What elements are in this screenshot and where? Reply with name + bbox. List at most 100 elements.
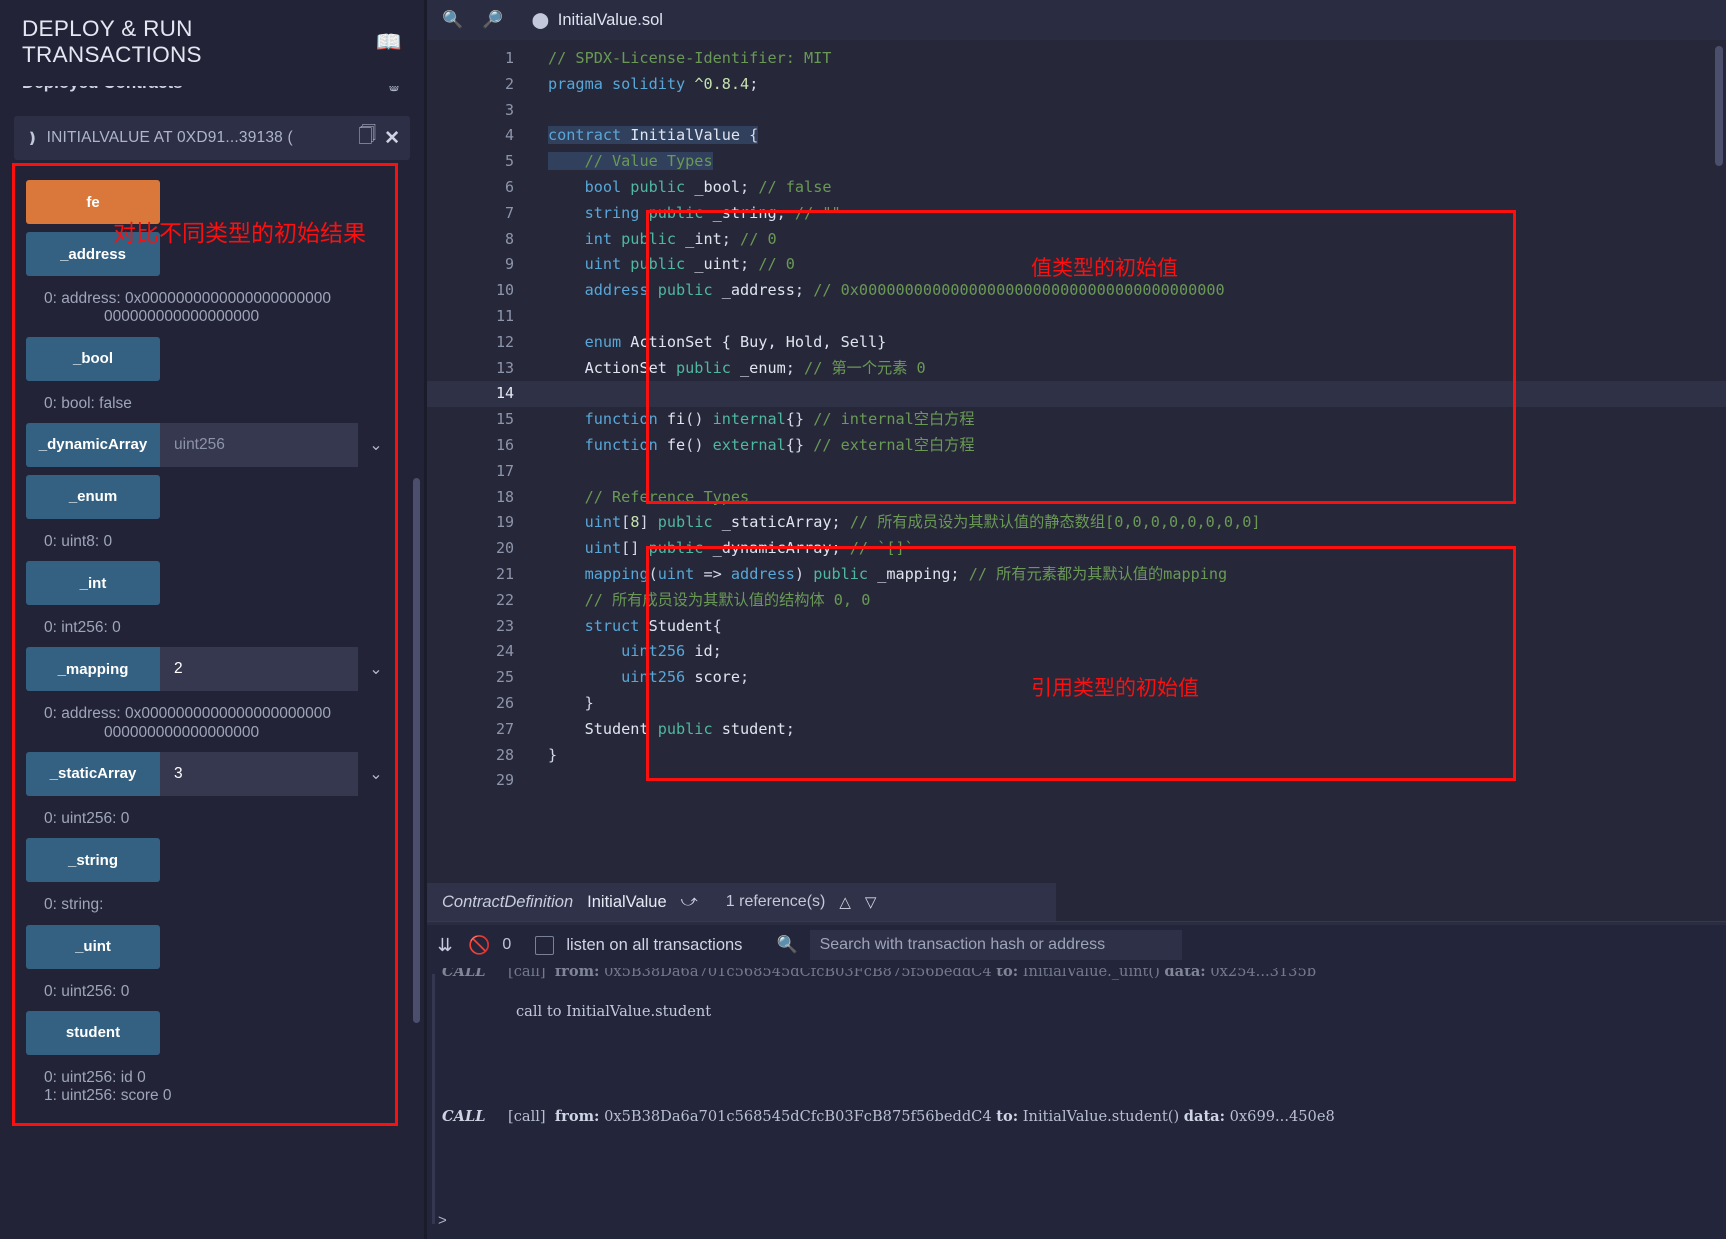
copy-icon[interactable]: 🗍 <box>358 123 376 153</box>
log-tag: CALL <box>442 968 494 980</box>
solidity-icon: ⬤ <box>532 11 549 29</box>
chevron-down-icon[interactable]: ⌄ <box>358 752 394 796</box>
jump-to-icon[interactable]: ⤻ <box>681 893 698 911</box>
code-line[interactable]: bool public _bool; // false <box>536 175 1726 201</box>
code-line[interactable]: } <box>536 743 1726 769</box>
code-line[interactable]: struct Student{ <box>536 614 1726 640</box>
function-row: _mapping ⌄ <box>26 647 394 691</box>
code-token: ; <box>831 539 849 557</box>
code-token: fe <box>667 436 685 454</box>
code-line[interactable]: address public _address; // 0x0000000000… <box>536 278 1726 304</box>
code-line[interactable]: function fe() external{} // external空白方程 <box>536 433 1726 459</box>
chevron-down-icon[interactable]: ⌄ <box>358 647 394 691</box>
transaction-log-row[interactable]: CALL[call] from: 0x5B38Da6a701c568545dCf… <box>442 968 1726 980</box>
function-button-enum[interactable]: _enum <box>26 475 160 519</box>
book-icon[interactable]: 📖 <box>376 32 402 53</box>
annotation-text-reference-types: 引用类型的初始值 <box>1031 672 1199 702</box>
trash-icon[interactable]: 🗑 <box>385 86 402 93</box>
code-line[interactable]: // SPDX-License-Identifier: MIT <box>536 46 1726 72</box>
log-to-label: to: <box>996 1108 1018 1125</box>
log-from-address: 0x5B38Da6a701c568545dCfcB03FcB875f56bedd… <box>604 1108 992 1125</box>
code-line[interactable]: // 所有成员设为其默认值的结构体 0, 0 <box>536 588 1726 614</box>
code-content[interactable]: 值类型的初始值 引用类型的初始值 // SPDX-License-Identif… <box>536 40 1726 921</box>
terminal-prompt[interactable]: > <box>438 1212 447 1229</box>
function-button-int[interactable]: _int <box>26 561 160 605</box>
terminal-resize-handle[interactable] <box>424 922 1726 925</box>
code-line[interactable] <box>536 459 1726 485</box>
code-token: ; <box>832 513 850 531</box>
editor-scrollbar[interactable] <box>1715 46 1723 166</box>
function-result: 0: uint256: id 01: uint256: score 0 <box>26 1059 394 1116</box>
function-input-dynamicArray[interactable] <box>160 423 358 467</box>
function-button-student[interactable]: student <box>26 1011 160 1055</box>
function-button-bool[interactable]: _bool <box>26 337 160 381</box>
double-chevron-icon[interactable]: ⇊ <box>434 935 456 956</box>
code-line[interactable]: ActionSet public _enum; // 第一个元素 0 <box>536 356 1726 382</box>
code-token: _staticArray <box>722 513 832 531</box>
code-line[interactable]: pragma solidity ^0.8.4; <box>536 72 1726 98</box>
code-line[interactable]: uint[8] public _staticArray; // 所有成员设为其默… <box>536 510 1726 536</box>
log-to-target: InitialValue._uint() <box>1023 968 1160 980</box>
code-line[interactable]: string public _string; // "" <box>536 201 1726 227</box>
code-line[interactable]: // Reference Types <box>536 485 1726 511</box>
code-token: // 所有成员设为其默认值的结构体 0, 0 <box>585 591 871 609</box>
code-token: mapping <box>585 565 649 583</box>
terminal-log-list[interactable]: CALL[call] from: 0x5B38Da6a701c568545dCf… <box>424 968 1726 1239</box>
code-line[interactable] <box>536 768 1726 794</box>
line-number: 8 <box>424 227 536 253</box>
code-token: _mapping <box>877 565 950 583</box>
code-line[interactable]: enum ActionSet { Buy, Hold, Sell} <box>536 330 1726 356</box>
code-line[interactable]: // Value Types <box>536 149 1726 175</box>
code-token: public <box>658 513 722 531</box>
code-token: } <box>548 694 594 712</box>
ban-icon[interactable]: 🚫 <box>468 935 490 956</box>
result-line: 0: uint256: id 0 <box>44 1069 146 1086</box>
function-result: 0: uint256: 0 <box>26 973 394 1011</box>
function-button-string[interactable]: _string <box>26 838 160 882</box>
chevron-down-icon[interactable]: ❫ <box>26 129 39 147</box>
tab-initialvalue-sol[interactable]: ⬤ InitialValue.sol <box>532 11 663 30</box>
function-button-uint[interactable]: _uint <box>26 925 160 969</box>
function-input-mapping[interactable] <box>160 647 358 691</box>
function-button-mapping[interactable]: _mapping <box>26 647 160 691</box>
code-token <box>548 333 585 351</box>
chevron-up-icon[interactable]: △ <box>839 893 851 911</box>
close-icon[interactable]: ✕ <box>384 127 400 150</box>
function-button-staticArray[interactable]: _staticArray <box>26 752 160 796</box>
code-line[interactable]: mapping(uint => address) public _mapping… <box>536 562 1726 588</box>
transaction-log-row[interactable]: CALL[call] from: 0x5B38Da6a701c568545dCf… <box>442 1108 1726 1125</box>
transaction-search-input[interactable] <box>810 930 1182 960</box>
code-token: struct <box>585 617 649 635</box>
function-input-staticArray[interactable] <box>160 752 358 796</box>
code-line[interactable]: uint[] public _dynamicArray; // `[]` <box>536 536 1726 562</box>
code-line[interactable]: function fi() internal{} // internal空白方程 <box>536 407 1726 433</box>
code-line[interactable]: uint256 id; <box>536 639 1726 665</box>
code-line[interactable]: Student public student; <box>536 717 1726 743</box>
line-number: 22 <box>424 588 536 614</box>
code-token: Student <box>649 617 713 635</box>
listen-all-transactions-checkbox[interactable] <box>535 936 554 955</box>
function-button-dynamicArray[interactable]: _dynamicArray <box>26 423 160 467</box>
log-data-value: 0x699...450e8 <box>1230 1108 1335 1125</box>
zoom-out-icon[interactable]: 🔍 <box>440 7 466 33</box>
zoom-in-icon[interactable]: 🔎 <box>480 7 506 33</box>
code-token: fi <box>667 410 685 428</box>
code-line[interactable] <box>536 381 1726 407</box>
code-line[interactable]: int public _int; // 0 <box>536 227 1726 253</box>
code-line[interactable] <box>536 98 1726 124</box>
left-panel-scrollbar[interactable] <box>413 478 420 1023</box>
code-token <box>548 178 585 196</box>
code-editor[interactable]: 1234567891011121314151617181920212223242… <box>424 40 1726 921</box>
code-line[interactable] <box>536 304 1726 330</box>
transactions-terminal: ⇊ 🚫 0 listen on all transactions 🔍 CALL[… <box>424 921 1726 1239</box>
search-icon[interactable]: 🔍 <box>776 935 797 955</box>
line-number: 26 <box>424 691 536 717</box>
code-token: ] <box>639 513 657 531</box>
code-line[interactable]: contract InitialValue { <box>536 123 1726 149</box>
code-token: internal <box>713 410 786 428</box>
chevron-down-icon[interactable]: ▽ <box>865 893 877 911</box>
panel-divider[interactable] <box>424 0 427 1239</box>
deployed-contract-row[interactable]: ❫ INITIALVALUE AT 0XD91...39138 ( 🗍 ✕ <box>14 116 410 160</box>
line-number: 9 <box>424 252 536 278</box>
chevron-down-icon[interactable]: ⌄ <box>358 423 394 467</box>
